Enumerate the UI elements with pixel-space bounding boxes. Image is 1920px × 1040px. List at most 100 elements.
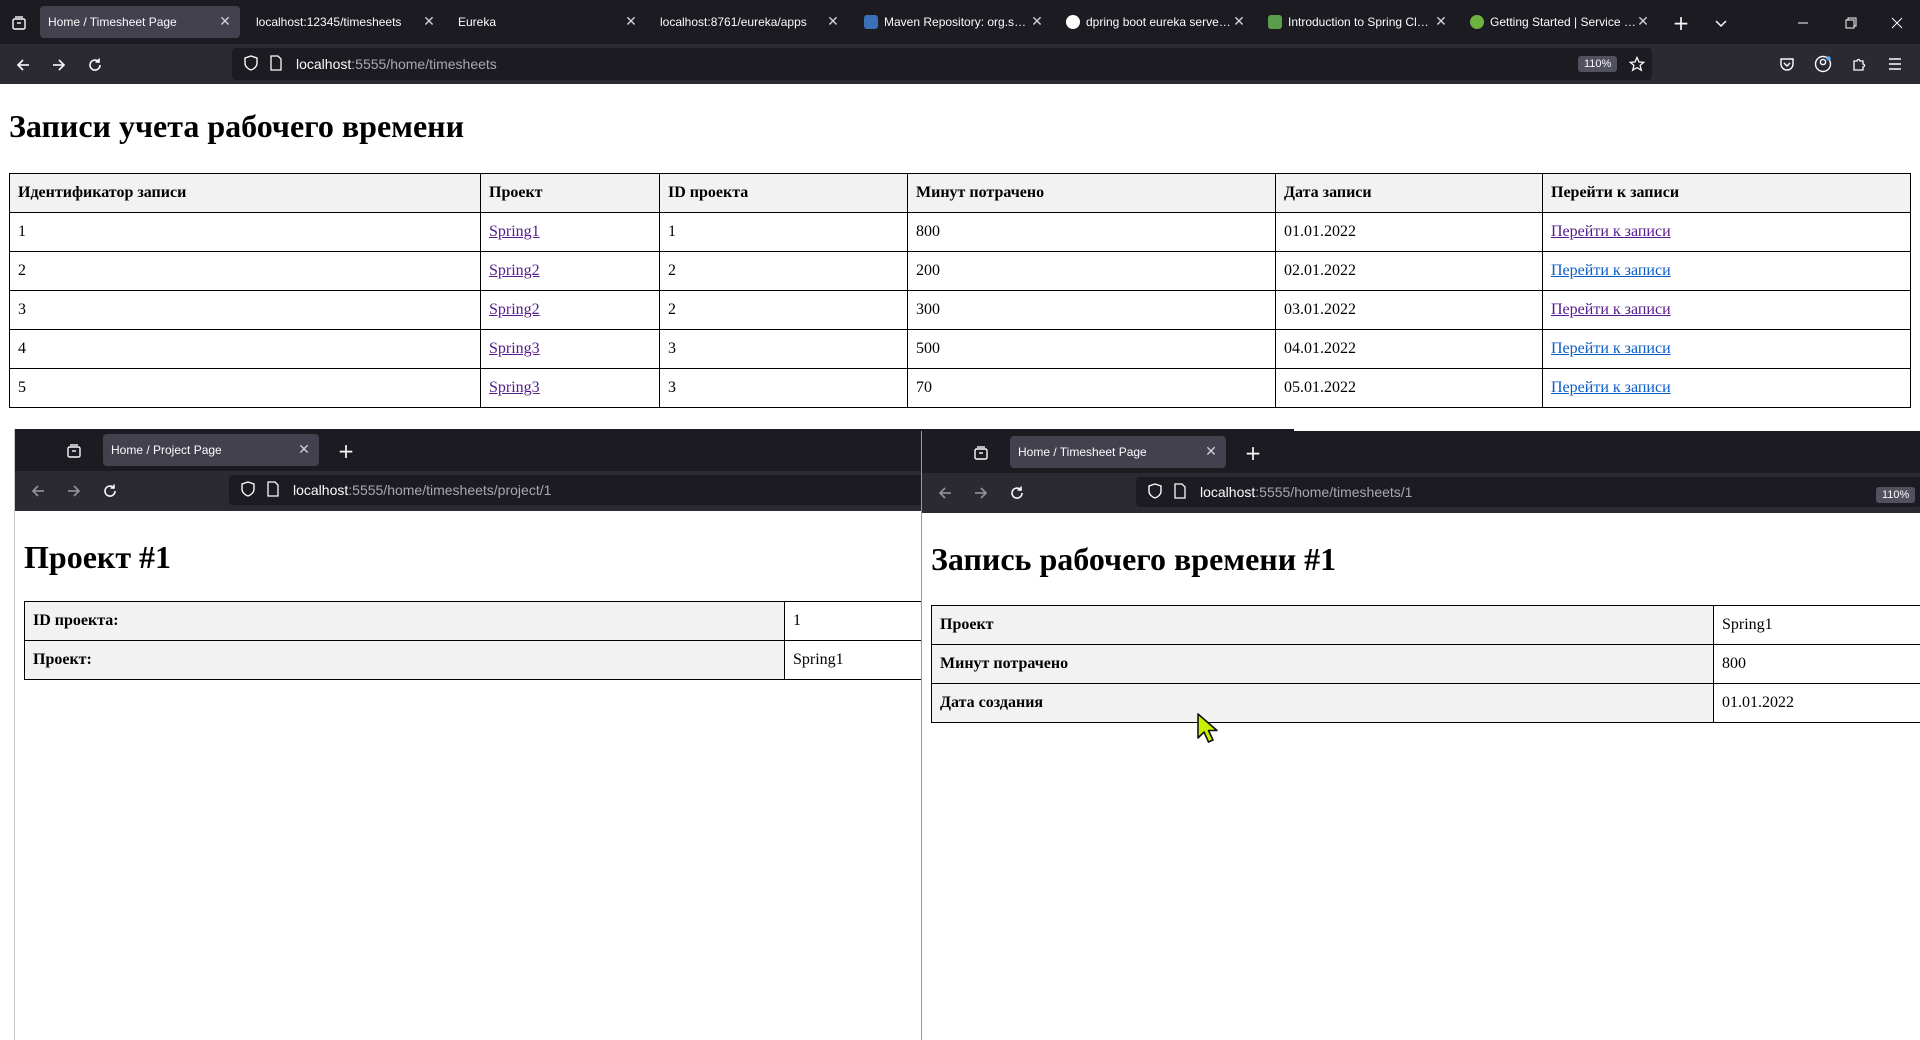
minutes-cell: 70 [907,368,1276,408]
date-cell: 04.01.2022 [1275,329,1543,369]
close-icon[interactable]: ✕ [826,14,840,30]
tab-label: Introduction to Spring Cloud [1288,15,1434,29]
timesheet-window-tab-strip: Home / Timesheet Page ✕ + [922,431,1920,473]
tab-2[interactable]: Eureka ✕ [450,6,646,38]
tab-label: localhost:12345/timesheets [256,15,402,29]
tab-label: Maven Repository: org.springframework [884,15,1030,29]
tab-strip: Home / Timesheet Page ✕ localhost:12345/… [0,0,1920,44]
chevron-down-icon[interactable] [1708,10,1734,36]
close-icon[interactable]: ✕ [218,14,232,30]
close-icon[interactable]: ✕ [624,14,638,30]
project-id-cell: 1 [659,212,908,252]
mouse-cursor-icon [1196,712,1222,751]
page-icon[interactable] [270,54,282,74]
close-icon[interactable]: ✕ [1232,14,1246,30]
link-cell: Перейти к записи [1542,212,1911,252]
table-row: 5 Spring3 3 70 05.01.2022 Перейти к запи… [9,368,1911,408]
column-header: Дата записи [1275,173,1543,213]
extensions-icon[interactable] [1846,51,1872,77]
project-link[interactable]: Spring3 [489,379,540,396]
timesheet-window-tab[interactable]: Home / Timesheet Page ✕ [1010,436,1226,468]
new-tab-icon[interactable]: + [1240,440,1266,466]
close-window-icon[interactable] [1884,10,1910,36]
project-link[interactable]: Spring1 [489,223,540,240]
table-row: 4 Spring3 3 500 04.01.2022 Перейти к зап… [9,329,1911,369]
detail-label: Проект: [24,640,785,680]
url-text: localhost:5555/home/timesheets [296,56,497,72]
tab-label: Home / Timesheet Page [1018,445,1147,459]
pocket-icon[interactable] [1774,51,1800,77]
page-icon[interactable] [267,480,279,500]
shield-icon[interactable] [244,54,258,74]
tab-7[interactable]: Getting Started | Service Registration ✕ [1462,6,1658,38]
tab-list-icon[interactable] [8,12,30,34]
close-icon[interactable]: ✕ [1636,14,1650,30]
project-id-cell: 3 [659,329,908,369]
date-cell: 02.01.2022 [1275,251,1543,291]
go-to-record-link[interactable]: Перейти к записи [1551,223,1671,240]
project-link[interactable]: Spring2 [489,301,540,318]
tab-4[interactable]: Maven Repository: org.springframework ✕ [856,6,1052,38]
maven-favicon-icon [864,15,878,29]
project-window-tab[interactable]: Home / Project Page ✕ [103,434,319,466]
project-cell: Spring2 [480,251,660,291]
shield-icon[interactable] [241,480,255,500]
detail-label: Проект [931,605,1714,645]
close-icon[interactable]: ✕ [297,442,311,458]
back-arrow-icon[interactable] [10,52,36,78]
column-header: ID проекта [659,173,908,213]
go-to-record-link[interactable]: Перейти к записи [1551,262,1671,279]
reload-icon[interactable] [1004,480,1030,506]
project-id-cell: 3 [659,368,908,408]
tab-list-icon[interactable] [970,442,992,464]
forward-arrow-icon[interactable] [46,52,72,78]
shield-icon[interactable] [1148,482,1162,502]
project-cell: Spring3 [480,329,660,369]
account-icon[interactable] [1810,51,1836,77]
reload-icon[interactable] [82,52,108,78]
address-bar[interactable]: localhost:5555/home/timesheets [232,48,1652,80]
detail-label: Минут потрачено [931,644,1714,684]
forward-arrow-icon[interactable] [968,480,994,506]
link-cell: Перейти к записи [1542,251,1911,291]
project-link[interactable]: Spring2 [489,262,540,279]
restore-icon[interactable] [1838,10,1864,36]
forward-arrow-icon[interactable] [61,478,87,504]
project-id-cell: 2 [659,251,908,291]
url-text: localhost:5555/home/timesheets/1 [1200,484,1413,500]
reload-icon[interactable] [97,478,123,504]
go-to-record-link[interactable]: Перейти к записи [1551,340,1671,357]
go-to-record-link[interactable]: Перейти к записи [1551,379,1671,396]
back-arrow-icon[interactable] [932,480,958,506]
new-tab-icon[interactable]: + [1668,10,1694,36]
column-header: Минут потрачено [907,173,1276,213]
table-row: 2 Spring2 2 200 02.01.2022 Перейти к зап… [9,251,1911,291]
zoom-level[interactable]: 110% [1876,487,1916,503]
project-link[interactable]: Spring3 [489,340,540,357]
record-id-cell: 2 [9,251,481,291]
zoom-level[interactable]: 110% [1578,56,1618,72]
close-icon[interactable]: ✕ [1030,14,1044,30]
close-icon[interactable]: ✕ [1204,444,1218,460]
page-icon[interactable] [1174,482,1186,502]
timesheet-details-table: Проект Spring1 Минут потрачено 800 Дата … [931,605,1920,723]
project-cell: Spring1 [480,212,660,252]
detail-value: 01.01.2022 [1713,683,1920,723]
tab-1[interactable]: localhost:12345/timesheets ✕ [248,6,444,38]
menu-icon[interactable] [1882,51,1908,77]
column-header: Проект [480,173,660,213]
minimize-icon[interactable] [1790,10,1816,36]
go-to-record-link[interactable]: Перейти к записи [1551,301,1671,318]
tab-6[interactable]: Introduction to Spring Cloud ✕ [1260,6,1456,38]
tab-3[interactable]: localhost:8761/eureka/apps ✕ [652,6,848,38]
tab-5[interactable]: dpring boot eureka server - Google ✕ [1058,6,1254,38]
tab-0[interactable]: Home / Timesheet Page ✕ [40,6,240,38]
new-tab-icon[interactable]: + [333,438,359,464]
close-icon[interactable]: ✕ [1434,14,1448,30]
timesheet-window-address-bar[interactable]: localhost:5555/home/timesheets/1 [1136,477,1920,507]
link-cell: Перейти к записи [1542,368,1911,408]
back-arrow-icon[interactable] [25,478,51,504]
tab-list-icon[interactable] [63,440,85,462]
star-icon[interactable] [1624,51,1650,77]
close-icon[interactable]: ✕ [422,14,436,30]
